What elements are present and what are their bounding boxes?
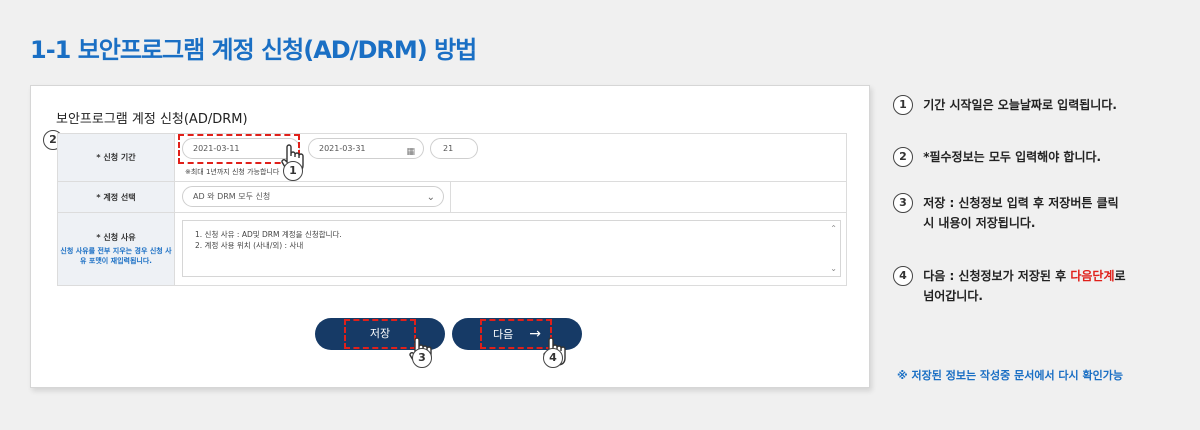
step-4-highlight: 다음단계 [1070, 269, 1115, 283]
reason-label: * 신청 사유 [96, 233, 136, 242]
marker-4: 4 [543, 348, 563, 368]
form-title: 보안프로그램 계정 신청(AD/DRM) [56, 112, 248, 127]
account-select[interactable]: AD 와 DRM 모두 신청 ⌄ [182, 186, 444, 207]
step-4: 4 다음 : 신청정보가 저장된 후 다음단계로 넘어갑니다. [893, 266, 1126, 306]
scroll-down-icon[interactable]: ⌄ [830, 263, 837, 274]
reason-line-1: 1. 신청 사유 : AD및 DRM 계정을 신청합니다. [195, 230, 342, 239]
reason-textarea[interactable]: 1. 신청 사유 : AD및 DRM 계정을 신청합니다. 2. 계정 사용 위… [182, 220, 841, 277]
scroll-up-icon[interactable]: ⌃ [830, 223, 837, 234]
step-1-text: 기간 시작일은 오늘날짜로 입력됩니다. [923, 98, 1117, 112]
reason-note: 신청 사유를 전부 지우는 경우 신청 사유 포맷이 재입력됩니다. [60, 247, 172, 265]
chevron-down-icon: ⌄ [426, 192, 435, 203]
form-table: * 신청 기간 2021-03-11 2021-03-31 ▦ 21 ※최대 1… [57, 133, 847, 286]
step-1-number: 1 [893, 95, 913, 115]
step-4-pre: 다음 : 신청정보가 저장된 후 [923, 269, 1071, 283]
reason-line-2: 2. 계정 사용 위치 (사내/외) : 사내 [195, 241, 304, 250]
reason-cell: 1. 신청 사유 : AD및 DRM 계정을 신청합니다. 2. 계정 사용 위… [174, 212, 847, 286]
step-1: 1 기간 시작일은 오늘날짜로 입력됩니다. [893, 95, 1117, 115]
step-2-number: 2 [893, 147, 913, 167]
account-empty-cell [450, 181, 847, 213]
step-3-line-1: 저장 : 신청정보 입력 후 저장버튼 클릭 [923, 196, 1119, 210]
page-title: 1-1 보안프로그램 계정 신청(AD/DRM) 방법 [30, 36, 477, 64]
step-4-post: 로 [1114, 269, 1126, 283]
days-field: 21 [430, 138, 478, 159]
account-label: * 계정 선택 [57, 181, 175, 213]
step-4-number: 4 [893, 266, 913, 286]
step-3: 3 저장 : 신청정보 입력 후 저장버튼 클릭 시 내용이 저장됩니다. [893, 193, 1119, 233]
calendar-icon[interactable]: ▦ [406, 143, 415, 162]
period-note: ※최대 1년까지 신청 가능합니다 [185, 168, 280, 176]
step-3-line-2: 시 내용이 저장됩니다. [923, 216, 1036, 230]
footer-note: ※ 저장된 정보는 작성중 문서에서 다시 확인가능 [897, 369, 1123, 382]
save-highlight [344, 319, 416, 349]
step-3-number: 3 [893, 193, 913, 213]
step-2: 2 *필수정보는 모두 입력해야 합니다. [893, 147, 1101, 167]
period-label: * 신청 기간 [57, 133, 175, 182]
marker-1: 1 [283, 161, 303, 181]
reason-label-cell: * 신청 사유 신청 사유를 전부 지우는 경우 신청 사유 포맷이 재입력됩니… [57, 212, 175, 286]
marker-3: 3 [412, 348, 432, 368]
step-4-line-2: 넘어갑니다. [923, 289, 983, 303]
end-date-field[interactable]: 2021-03-31 ▦ [308, 138, 424, 159]
next-highlight [480, 319, 552, 349]
account-cell: AD 와 DRM 모두 신청 ⌄ [174, 181, 451, 213]
form-panel: 보안프로그램 계정 신청(AD/DRM) 2 * 신청 기간 2021-03-1… [30, 85, 870, 388]
step-2-text: *필수정보는 모두 입력해야 합니다. [923, 150, 1102, 164]
